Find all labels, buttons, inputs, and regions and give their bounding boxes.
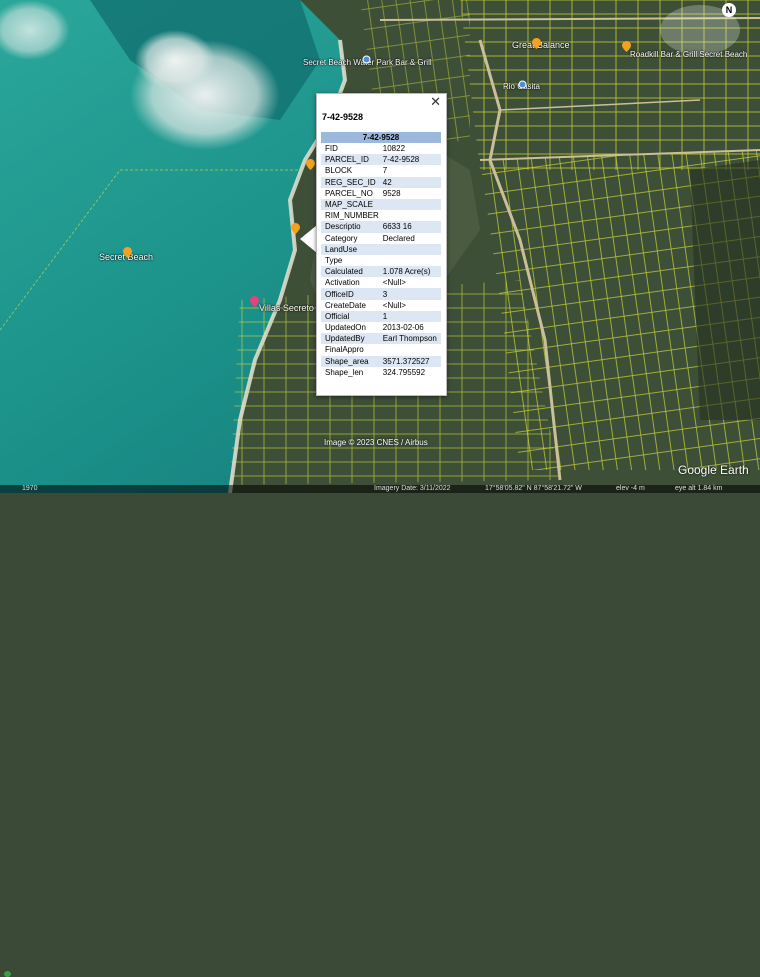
map-pin-icon[interactable]	[123, 247, 132, 258]
attribute-value: 3571.372527	[378, 355, 441, 367]
attribute-row: PARCEL_NO 9528	[321, 188, 441, 199]
attribute-key: PARCEL_ID	[321, 154, 379, 166]
attribute-row: Official 1	[321, 310, 441, 322]
attribute-key: OfficeID	[321, 288, 379, 300]
attribute-table: 7-42-9528 FID 10822 PARCEL_ID 7-42-9528 BLOC…	[321, 132, 441, 378]
attribute-key: RIM_NUMBER	[325, 211, 379, 221]
attribute-value: <Null>	[382, 278, 406, 288]
attribute-row: Calculated 1.078 Acre(s)	[321, 266, 441, 278]
map-pin-icon[interactable]	[291, 223, 300, 234]
attribute-row: FID 10822	[321, 143, 441, 154]
attribute-row: Shape_len 324.795592	[321, 367, 441, 378]
attribute-row: FinalAppro	[321, 344, 441, 355]
attribute-value	[379, 210, 441, 221]
attribute-row: BLOCK 7	[321, 165, 441, 176]
attribute-value	[378, 198, 441, 211]
attribute-table-header: 7-42-9528	[321, 132, 441, 143]
attribute-row: LandUse	[321, 243, 441, 255]
status-bar: 1970 Imagery Date: 3/11/2022 17°58'05.82…	[0, 485, 760, 977]
attribute-key: BLOCK	[325, 166, 353, 176]
attribute-value: 3	[378, 288, 441, 300]
attribute-key: Shape_area	[321, 355, 379, 367]
attribute-row: MAP_SCALE	[321, 198, 441, 211]
attribute-key: PARCEL_NO	[325, 188, 373, 198]
attribute-value: 324.795592	[382, 367, 426, 377]
popup-pointer	[300, 225, 317, 253]
map-pin-icon[interactable]	[532, 38, 541, 49]
attribute-row: Descriptio 6633 16	[321, 221, 441, 233]
attribute-key: Activation	[325, 278, 360, 288]
attribute-key: Category	[325, 233, 358, 243]
place-label-villas-secreto[interactable]: Villas Secreto	[259, 303, 314, 313]
attribute-value: 7-42-9528	[378, 154, 441, 166]
hotel-pin-icon[interactable]	[250, 296, 259, 307]
attribute-row: UpdatedBy Earl Thompson	[321, 333, 441, 345]
place-marker-icon[interactable]	[362, 55, 371, 66]
attribute-row: Type	[321, 255, 441, 266]
place-label-roadkill[interactable]: Roadkill Bar & Grill Secret Beach	[630, 50, 747, 59]
imagery-date: Imagery Date: 3/11/2022	[374, 485, 451, 492]
attribute-key: Type	[325, 255, 343, 265]
compass-north-icon[interactable]: N	[722, 3, 736, 17]
attribute-value: 9528	[382, 188, 401, 198]
popup-title: 7-42-9528	[322, 112, 364, 122]
map-pin-icon[interactable]	[306, 159, 315, 170]
attribute-row: Activation <Null>	[321, 277, 441, 288]
eye-altitude-readout: eye alt 1.84 km	[675, 485, 723, 492]
attribute-value: 7	[382, 166, 388, 176]
cursor-coordinates: 17°58'05.82" N 87°58'21.72" W	[485, 485, 582, 492]
attribute-row: Shape_area 3571.372527	[321, 355, 441, 367]
attribute-key: LandUse	[321, 243, 379, 255]
google-earth-logo: Google Earth	[678, 463, 749, 477]
attribute-key: FinalAppro	[325, 345, 364, 355]
attribute-row: REG_SEC_ID 42	[321, 176, 441, 188]
attribute-key: Shape_len	[325, 367, 364, 377]
attribute-value: 1.078 Acre(s)	[378, 266, 441, 278]
attribute-value	[379, 255, 441, 266]
elevation-readout: elev -4 m	[616, 485, 645, 492]
attribute-row: CreateDate <Null>	[321, 300, 441, 311]
attribute-key: FID	[325, 144, 338, 154]
historical-imagery-icon[interactable]	[4, 971, 11, 977]
attribute-key: MAP_SCALE	[321, 198, 379, 211]
attribute-value: 10822	[382, 144, 406, 154]
attribute-key: Calculated	[321, 266, 379, 278]
attribute-key: Official	[321, 310, 379, 322]
attribute-value: <Null>	[382, 300, 406, 310]
attribute-key: Descriptio	[321, 221, 379, 233]
attribute-value: Declared	[382, 233, 415, 243]
attribute-key: UpdatedBy	[321, 333, 379, 345]
attribute-row: UpdatedOn 2013-02-06	[321, 322, 441, 333]
imagery-attribution: Image © 2023 CNES / Airbus	[324, 438, 428, 447]
map-pin-icon[interactable]	[622, 41, 631, 52]
attribute-key: UpdatedOn	[325, 323, 366, 333]
attribute-row: Category Declared	[321, 233, 441, 244]
timeline-year[interactable]: 1970	[22, 485, 38, 493]
attribute-row: PARCEL_ID 7-42-9528	[321, 154, 441, 166]
attribute-value	[379, 344, 441, 355]
parcel-info-popup: ✕ 7-42-9528 7-42-9528 FID 10822 PARCEL_ID 7…	[316, 93, 447, 396]
attribute-value: 6633 16	[378, 221, 441, 233]
attribute-value	[378, 243, 441, 255]
attribute-value: 2013-02-06	[382, 323, 424, 333]
place-marker-icon[interactable]	[518, 80, 527, 91]
attribute-row: RIM_NUMBER	[321, 210, 441, 221]
attribute-row: OfficeID 3	[321, 288, 441, 300]
attribute-value: 42	[378, 176, 441, 188]
attribute-value: Earl Thompson	[378, 333, 441, 345]
attribute-value: 1	[378, 310, 441, 322]
close-icon[interactable]: ✕	[430, 95, 441, 110]
attribute-key: REG_SEC_ID	[321, 176, 379, 188]
attribute-key: CreateDate	[325, 300, 366, 310]
